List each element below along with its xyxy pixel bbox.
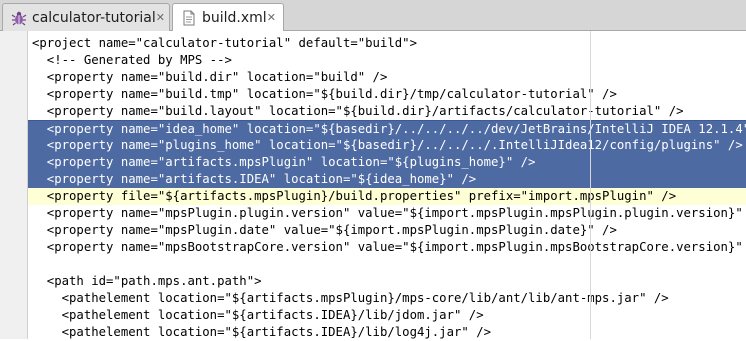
code-line: <pathelement location="${artifacts.IDEA}…: [32, 325, 492, 339]
code-line: <!-- Generated by MPS -->: [32, 53, 232, 67]
code-line-current: <property file="${artifacts.mpsPlugin}/b…: [28, 188, 746, 205]
tab-label: calculator-tutorial: [32, 9, 156, 26]
close-icon[interactable]: ✕: [156, 11, 165, 24]
code-line: <pathelement location="${artifacts.IDEA}…: [32, 308, 484, 322]
code-lines: <project name="calculator-tutorial" defa…: [28, 35, 746, 341]
code-editor[interactable]: <project name="calculator-tutorial" defa…: [0, 31, 746, 339]
code-line: <property name="mpsBootstrapCore.version…: [32, 240, 746, 254]
tab-build-xml[interactable]: build.xml ✕: [172, 3, 284, 32]
code-line: <property name="build.dir" location="bui…: [32, 70, 388, 84]
right-margin-guide: [590, 31, 591, 339]
tab-label: build.xml: [202, 9, 267, 26]
bug-icon: [11, 11, 27, 25]
code-line: <property name="build.layout" location="…: [32, 104, 684, 118]
code-line: <project name="calculator-tutorial" defa…: [32, 36, 417, 50]
code-line-selected: <property name="plugins_home" location="…: [28, 137, 746, 154]
close-icon[interactable]: ✕: [267, 11, 276, 24]
code-line-selected: <property name="artifacts.IDEA" location…: [28, 171, 746, 188]
code-line: <pathelement location="${artifacts.mpsPl…: [32, 291, 669, 305]
tab-calculator-tutorial[interactable]: calculator-tutorial ✕: [2, 3, 170, 31]
code-line: <property name="build.tmp" location="${b…: [32, 87, 617, 101]
line-gutter: [0, 31, 28, 339]
code-line: <path id="path.mps.ant.path">: [32, 274, 262, 288]
code-line: <property name="mpsPlugin.date" value="$…: [32, 223, 617, 237]
editor-tab-bar: calculator-tutorial ✕ build.xml ✕: [0, 0, 746, 32]
code-line-selected: <property name="idea_home" location="${b…: [28, 120, 746, 137]
file-icon: [183, 10, 195, 25]
code-line: <property name="mpsPlugin.plugin.version…: [32, 206, 746, 220]
code-line-selected: <property name="artifacts.mpsPlugin" loc…: [28, 154, 746, 171]
